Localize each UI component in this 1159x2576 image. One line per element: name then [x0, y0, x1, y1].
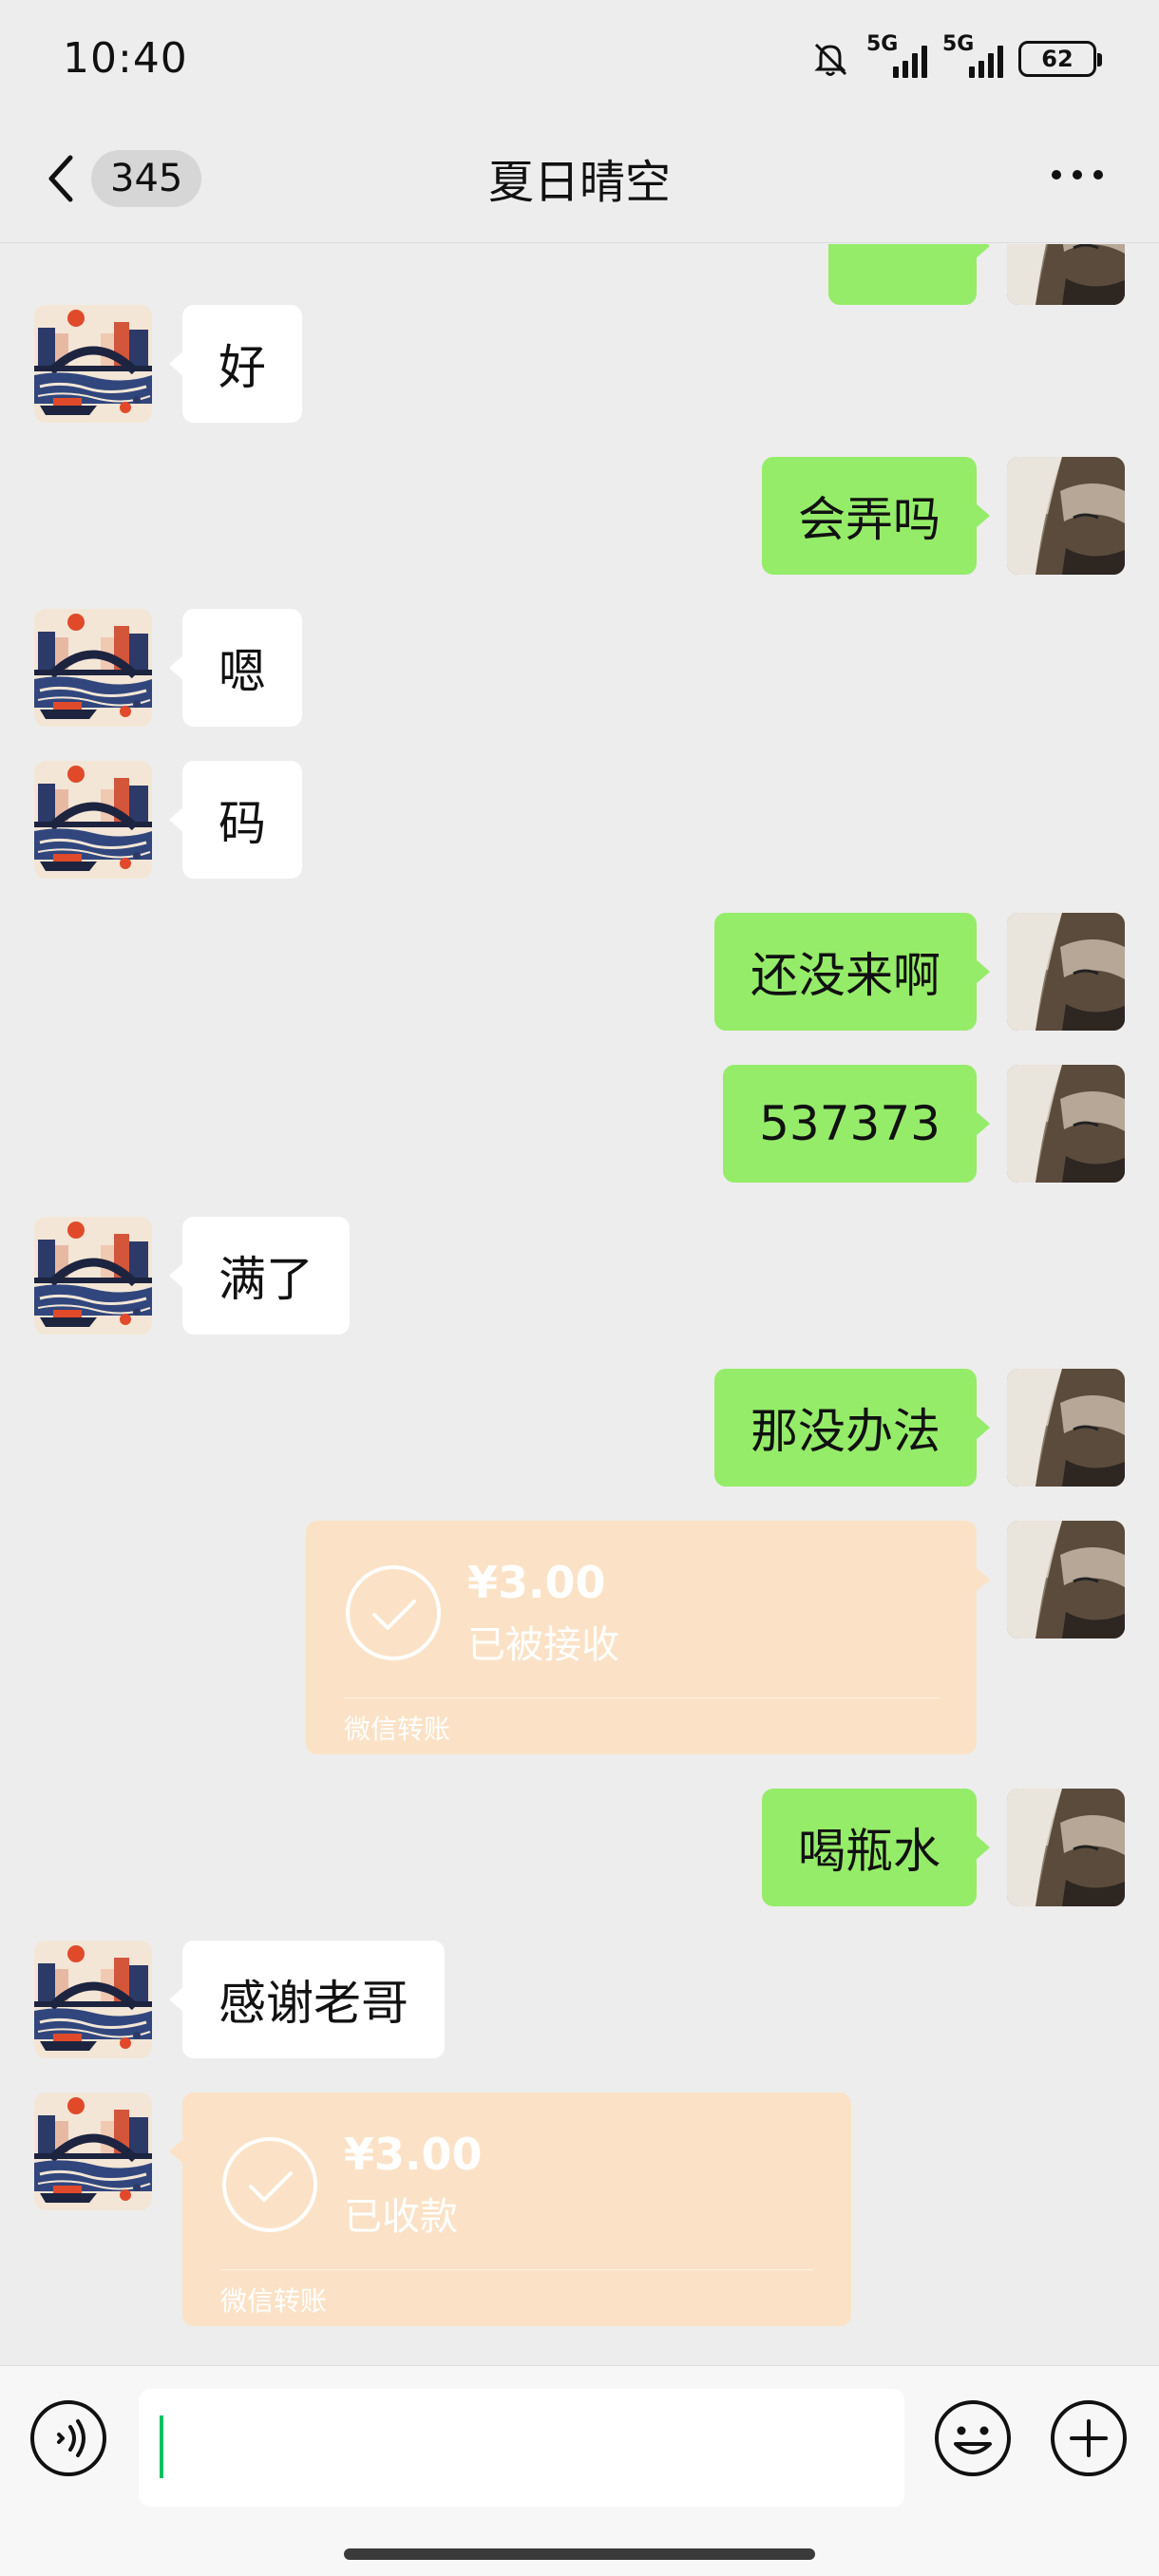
check-circle-icon: [346, 1565, 441, 1660]
battery-icon: 62: [1018, 41, 1102, 77]
status-time: 10:40: [63, 34, 188, 83]
battery-level: 62: [1041, 46, 1074, 72]
status-bar: 10:40 5G 5G 62: [0, 0, 1159, 118]
message-bubble-outgoing[interactable]: [828, 244, 990, 305]
transfer-amount: ¥3.00: [344, 2129, 483, 2180]
transfer-amount: ¥3.00: [467, 1557, 606, 1608]
text-cursor: [160, 2415, 163, 2478]
message-bubble-outgoing[interactable]: 还没来啊: [714, 913, 990, 1031]
message-bubble-incoming[interactable]: 满了: [169, 1217, 350, 1335]
user-avatar[interactable]: [1007, 1065, 1125, 1183]
transfer-label: 微信转账: [344, 1714, 451, 1745]
input-bar: [0, 2365, 1159, 2576]
home-indicator[interactable]: [344, 2548, 815, 2560]
contact-avatar[interactable]: [34, 305, 152, 423]
transfer-label: 微信转账: [220, 2285, 328, 2317]
user-avatar[interactable]: [1007, 244, 1125, 305]
message-bubble-outgoing[interactable]: 会弄吗: [762, 457, 990, 575]
plus-icon[interactable]: [1049, 2398, 1129, 2478]
contact-avatar[interactable]: [34, 2093, 152, 2210]
signal-icon: 5G: [942, 32, 1003, 78]
message-bubble-incoming[interactable]: 感谢老哥: [169, 1941, 445, 2058]
status-icons: 5G 5G 62: [809, 32, 1102, 82]
divider: [344, 1697, 939, 1698]
signal-icon: 5G: [866, 32, 927, 78]
message-list[interactable]: 好 会弄吗 嗯 码 还没来啊 537373 满了 那没办法 ¥3.00 已被接收…: [0, 244, 1159, 2364]
chat-header: 345 夏日晴空: [0, 118, 1159, 243]
message-bubble-incoming[interactable]: 码: [169, 761, 302, 879]
sim2-label: 5G: [942, 32, 975, 56]
message-bubble-incoming[interactable]: 好: [169, 305, 302, 423]
chat-title: 夏日晴空: [487, 156, 671, 209]
bell-muted-icon: [814, 43, 847, 76]
voice-icon[interactable]: [28, 2398, 108, 2478]
message-input[interactable]: [139, 2389, 904, 2507]
contact-avatar[interactable]: [34, 1217, 152, 1335]
more-dots-icon[interactable]: [1049, 156, 1106, 194]
user-avatar[interactable]: [1007, 1369, 1125, 1487]
contact-avatar[interactable]: [34, 609, 152, 727]
divider: [220, 2269, 813, 2270]
transfer-status: 已收款: [344, 2195, 458, 2239]
transfer-status: 已被接收: [467, 1623, 619, 1667]
sim1-label: 5G: [866, 32, 899, 56]
user-avatar[interactable]: [1007, 913, 1125, 1031]
message-bubble-incoming[interactable]: 嗯: [169, 609, 302, 727]
transfer-card-received[interactable]: ¥3.00 已收款 微信转账: [169, 2093, 851, 2326]
contact-avatar[interactable]: [34, 761, 152, 879]
emoji-icon[interactable]: [933, 2398, 1013, 2478]
message-bubble-outgoing[interactable]: 那没办法: [714, 1369, 990, 1487]
user-avatar[interactable]: [1007, 1521, 1125, 1638]
message-bubble-outgoing[interactable]: 537373: [723, 1065, 990, 1183]
message-bubble-outgoing[interactable]: 喝瓶水: [762, 1789, 990, 1906]
user-avatar[interactable]: [1007, 457, 1125, 575]
user-avatar[interactable]: [1007, 1789, 1125, 1906]
contact-avatar[interactable]: [34, 1941, 152, 2058]
check-circle-icon: [222, 2137, 317, 2232]
transfer-card-sent[interactable]: ¥3.00 已被接收 微信转账: [306, 1521, 990, 1754]
